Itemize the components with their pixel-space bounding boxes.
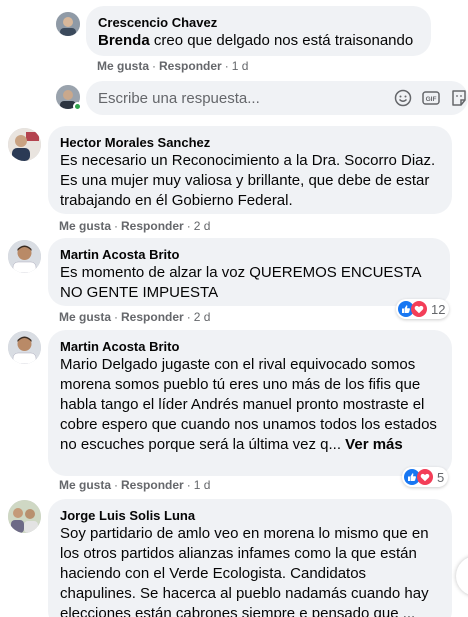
avatar-hector[interactable] xyxy=(8,128,41,161)
reply-button[interactable]: Responder xyxy=(121,478,184,492)
love-reaction-icon xyxy=(417,469,433,485)
avatar-jorge[interactable] xyxy=(8,500,41,533)
reply-button[interactable]: Responder xyxy=(121,219,184,233)
comment-bubble: Jorge Luis Solis Luna Soy partidario de … xyxy=(48,499,452,617)
svg-text:GIF: GIF xyxy=(426,96,437,103)
like-button[interactable]: Me gusta xyxy=(59,219,111,233)
comment-author[interactable]: Martin Acosta Brito xyxy=(60,246,438,263)
timestamp[interactable]: 2 d xyxy=(194,219,211,233)
reply-composer: GIF xyxy=(86,81,468,115)
comment-bubble: Hector Morales Sanchez Es necesario un R… xyxy=(48,126,452,214)
comment-text: Es momento de alzar la voz QUEREMOS ENCU… xyxy=(60,264,421,301)
avatar-crescencio[interactable] xyxy=(56,12,80,36)
reaction-count: 12 xyxy=(431,301,446,317)
comment-text: Es necesario un Reconocimiento a la Dra.… xyxy=(60,152,436,209)
like-button[interactable]: Me gusta xyxy=(59,310,111,324)
avatar-martin[interactable] xyxy=(8,331,41,364)
timestamp[interactable]: 1 d xyxy=(232,59,249,73)
comment-text: Mario Delgado jugaste con el rival equiv… xyxy=(60,355,440,455)
comment-author[interactable]: Hector Morales Sanchez xyxy=(60,134,440,151)
reply-button[interactable]: Responder xyxy=(159,59,222,73)
scroll-edge-button[interactable] xyxy=(456,556,468,596)
emoji-icon[interactable] xyxy=(394,89,412,107)
see-more-link[interactable]: Ver más xyxy=(345,436,403,453)
avatar-martin[interactable] xyxy=(8,240,41,273)
reply-button[interactable]: Responder xyxy=(121,310,184,324)
online-status-indicator xyxy=(73,102,82,111)
comment-text: Soy partidario de amlo veo en morena lo … xyxy=(60,525,429,617)
comment-bubble: Martin Acosta Brito Mario Delgado jugast… xyxy=(48,330,452,476)
like-button[interactable]: Me gusta xyxy=(97,59,149,73)
comment-bubble-reply: Crescencio Chavez Brenda creo que delgad… xyxy=(86,6,431,56)
timestamp[interactable]: 1 d xyxy=(194,478,211,492)
like-button[interactable]: Me gusta xyxy=(59,478,111,492)
comment-author[interactable]: Martin Acosta Brito xyxy=(60,338,440,355)
gif-icon[interactable]: GIF xyxy=(422,89,440,107)
comment-author[interactable]: Jorge Luis Solis Luna xyxy=(60,507,440,524)
sticker-icon[interactable] xyxy=(450,89,468,107)
comment-actions: Me gusta · Responder · 2 d xyxy=(59,310,211,324)
comment-bubble: Martin Acosta Brito Es momento de alzar … xyxy=(48,238,450,306)
reaction-summary[interactable]: 5 xyxy=(402,467,449,487)
comment-actions: Me gusta · Responder · 1 d xyxy=(59,478,211,492)
reply-input[interactable] xyxy=(98,81,378,115)
timestamp[interactable]: 2 d xyxy=(194,310,211,324)
reaction-count: 5 xyxy=(437,469,445,485)
comment-text-body: creo que delgado nos está traisonando xyxy=(149,32,414,49)
comment-actions: Me gusta · Responder · 2 d xyxy=(59,219,211,233)
comment-actions: Me gusta · Responder · 1 d xyxy=(97,59,249,73)
comment-text: Brenda creo que delgado nos está traison… xyxy=(98,31,419,51)
comment-author[interactable]: Crescencio Chavez xyxy=(98,14,419,31)
reaction-summary[interactable]: 12 xyxy=(396,299,450,319)
mention-link[interactable]: Brenda xyxy=(98,32,150,49)
love-reaction-icon xyxy=(411,301,427,317)
